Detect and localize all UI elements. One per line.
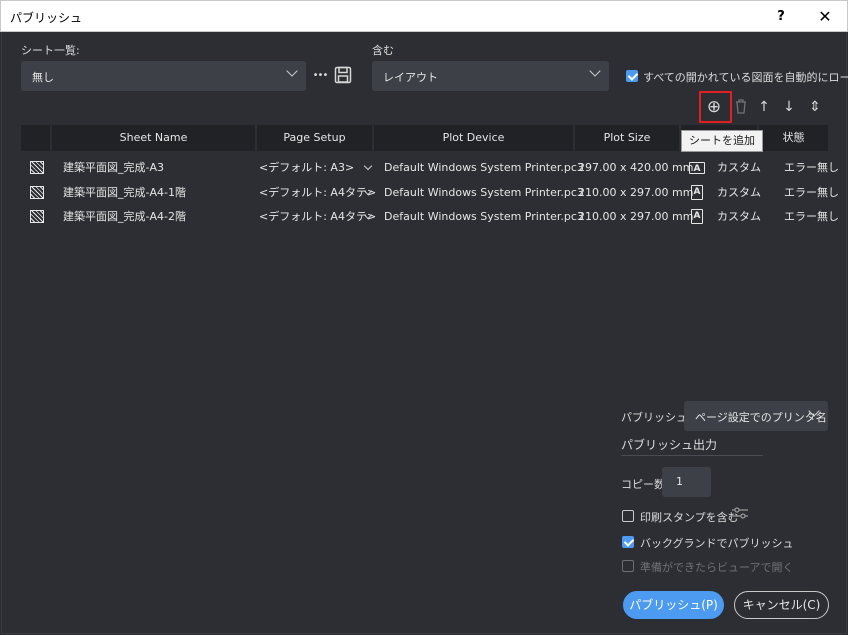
plot-device-cell: Default Windows System Printer.pc3 (384, 210, 584, 223)
more-options-button[interactable]: ••• (310, 66, 330, 86)
include-label: 含む (372, 44, 394, 57)
sheet-list-label: シート一覧: (21, 44, 80, 57)
copies-value: 1 (676, 475, 683, 488)
chevron-down-icon (589, 65, 601, 77)
stamp-settings-icon[interactable] (730, 506, 750, 526)
status-cell: エラー無し (784, 186, 839, 199)
chevron-down-icon[interactable] (363, 161, 373, 171)
column-plot-size[interactable]: Plot Size (575, 125, 679, 151)
orientation-cell: カスタム (717, 210, 761, 223)
section-divider (621, 455, 763, 456)
move-up-button[interactable]: ↑ (754, 97, 774, 117)
publish-to-dropdown[interactable]: ページ設定でのプリンタ名 (684, 401, 828, 431)
publish-to-value: ページ設定でのプリンタ名 (695, 411, 827, 424)
table-row[interactable]: 建築平面図_完成-A4-1階 <デフォルト: A4タテ> Default Win… (21, 181, 839, 205)
delete-sheet-button[interactable] (731, 98, 751, 118)
column-plot-device[interactable]: Plot Device (374, 125, 573, 151)
plot-size-cell: 210.00 x 297.00 mm (578, 210, 694, 223)
sheet-name-cell: 建築平面図_完成-A4-2階 (63, 210, 186, 223)
plot-device-cell: Default Windows System Printer.pc3 (384, 186, 584, 199)
add-sheet-highlight (699, 91, 732, 123)
sheet-name-cell: 建築平面図_完成-A4-1階 (63, 186, 186, 199)
column-status[interactable]: 状態 (759, 125, 828, 151)
sheet-layout-icon (30, 186, 44, 199)
save-icon[interactable] (333, 66, 353, 86)
publish-button[interactable]: パブリッシュ(P) (623, 591, 724, 619)
page-setup-cell[interactable]: <デフォルト: A3> (259, 156, 354, 180)
table-row[interactable]: 建築平面図_完成-A3 <デフォルト: A3> Default Windows … (21, 156, 839, 180)
plot-device-cell: Default Windows System Printer.pc3 (384, 161, 584, 174)
background-publish-label: バックグランドでパブリッシュ (640, 537, 794, 550)
include-dropdown[interactable]: レイアウト (372, 61, 609, 91)
open-viewer-label: 準備ができたらビューアで開く (640, 561, 794, 574)
auto-load-checkbox[interactable] (626, 70, 638, 82)
portrait-paper-icon: A (691, 209, 703, 224)
sheet-layout-icon (30, 210, 44, 223)
sheet-name-cell: 建築平面図_完成-A3 (63, 161, 164, 174)
sheet-list-dropdown[interactable]: 無し (21, 61, 306, 91)
move-down-button[interactable]: ↓ (779, 97, 799, 117)
title-bar: パブリッシュ ? ✕ (0, 0, 848, 32)
stamp-label: 印刷スタンプを含む (640, 511, 739, 524)
window-title: パブリッシュ (10, 11, 83, 25)
chevron-down-icon (286, 65, 298, 77)
page-setup-cell[interactable]: <デフォルト: A4タテ> (259, 205, 376, 229)
icon-column-header (21, 125, 50, 151)
sort-button[interactable]: ⇕ (805, 97, 825, 117)
orientation-cell: カスタム (717, 161, 761, 174)
close-button[interactable]: ✕ (813, 6, 837, 28)
publish-to-label: パブリッシュ: (621, 411, 691, 424)
add-sheet-tooltip: シートを追加 (681, 130, 763, 152)
status-cell: エラー無し (784, 210, 839, 223)
sheet-layout-icon (30, 161, 44, 174)
status-cell: エラー無し (784, 161, 839, 174)
plot-size-cell: 297.00 x 420.00 mm (578, 161, 694, 174)
cancel-button[interactable]: キャンセル(C) (734, 591, 829, 619)
include-value: レイアウト (383, 71, 438, 84)
table-row[interactable]: 建築平面図_完成-A4-2階 <デフォルト: A4タテ> Default Win… (21, 205, 839, 229)
plot-size-cell: 210.00 x 297.00 mm (578, 186, 694, 199)
column-sheet-name[interactable]: Sheet Name (52, 125, 255, 151)
sheet-list-value: 無し (32, 71, 54, 84)
publish-output-header: パブリッシュ出力 (621, 438, 718, 452)
open-viewer-checkbox[interactable] (622, 560, 634, 572)
portrait-paper-icon: A (691, 185, 703, 200)
stamp-checkbox[interactable] (622, 510, 634, 522)
column-page-setup[interactable]: Page Setup (257, 125, 372, 151)
page-setup-cell[interactable]: <デフォルト: A4タテ> (259, 181, 376, 205)
dialog-body: シート一覧: 無し ••• 含む レイアウト すべての開かれている図面を自動的に… (1, 32, 848, 634)
landscape-paper-icon: A (689, 162, 705, 174)
help-button[interactable]: ? (771, 6, 791, 28)
auto-load-label: すべての開かれている図面を自動的にロード (643, 71, 848, 84)
background-publish-checkbox[interactable] (622, 536, 634, 548)
copies-input[interactable]: 1 (662, 467, 711, 497)
orientation-cell: カスタム (717, 186, 761, 199)
